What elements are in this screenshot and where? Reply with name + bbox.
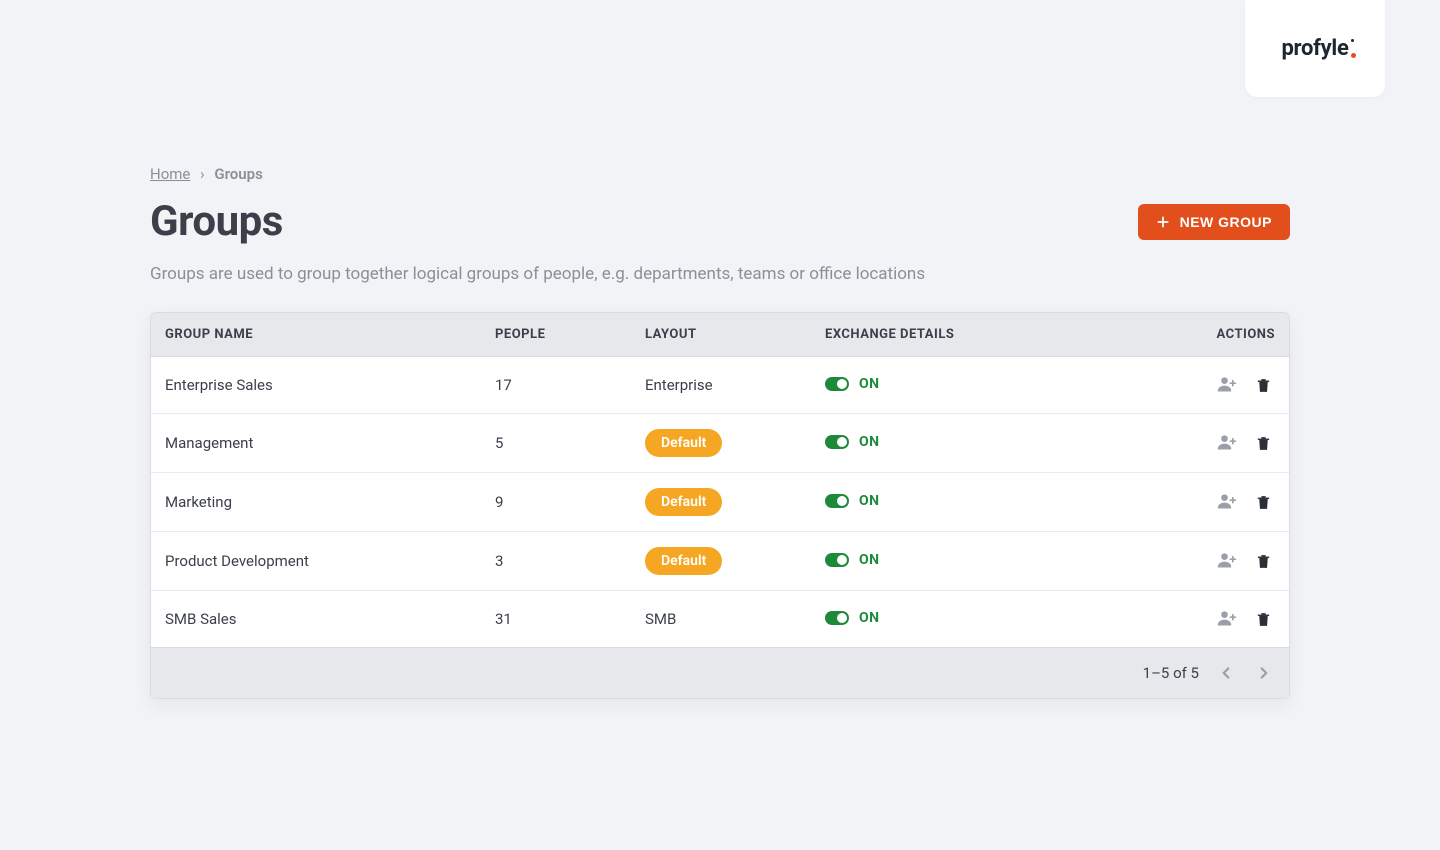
delete-button[interactable] (1251, 491, 1275, 515)
person-add-icon (1217, 550, 1237, 570)
cell-group-name[interactable]: Marketing (151, 473, 481, 532)
delete-button[interactable] (1251, 432, 1275, 456)
cell-people-count: 17 (481, 357, 631, 414)
toggle-switch-icon (825, 377, 849, 391)
page-header-row: Groups NEW GROUP (150, 197, 1290, 246)
exchange-toggle[interactable]: ON (825, 376, 880, 392)
cell-people-count: 3 (481, 532, 631, 591)
exchange-toggle[interactable]: ON (825, 493, 880, 509)
table-header-name: GROUP NAME (151, 313, 481, 357)
trash-icon (1255, 611, 1272, 628)
cell-actions (1179, 414, 1289, 473)
toggle-switch-icon (825, 553, 849, 567)
chevron-right-icon (1255, 664, 1273, 682)
toggle-switch-icon (825, 494, 849, 508)
pagination-label: 1–5 of 5 (1143, 664, 1199, 682)
add-person-button[interactable] (1215, 489, 1239, 513)
toggle-label: ON (859, 434, 880, 450)
breadcrumb-current: Groups (214, 165, 262, 183)
cell-people-count: 5 (481, 414, 631, 473)
trash-icon (1255, 553, 1272, 570)
exchange-toggle[interactable]: ON (825, 610, 880, 626)
delete-button[interactable] (1251, 374, 1275, 398)
add-person-button[interactable] (1215, 430, 1239, 454)
cell-exchange: ON (811, 357, 1179, 414)
brand-logo-card: profyle (1245, 0, 1385, 97)
toggle-label: ON (859, 552, 880, 568)
table-header-people: PEOPLE (481, 313, 631, 357)
breadcrumb-home-link[interactable]: Home (150, 165, 190, 183)
cell-layout: Default (631, 473, 811, 532)
logo-dot-icon (1351, 53, 1356, 58)
person-add-icon (1217, 491, 1237, 511)
layout-name: SMB (645, 610, 676, 628)
add-person-button[interactable] (1215, 372, 1239, 396)
cell-group-name[interactable]: Product Development (151, 532, 481, 591)
add-person-button[interactable] (1215, 548, 1239, 572)
pagination-bar: 1–5 of 5 (151, 648, 1289, 698)
page-title: Groups (150, 197, 283, 246)
new-group-button[interactable]: NEW GROUP (1138, 204, 1290, 240)
pagination-prev-button[interactable] (1215, 662, 1237, 684)
breadcrumb: Home › Groups (150, 165, 1290, 183)
breadcrumb-separator: › (200, 165, 205, 183)
person-add-icon (1217, 374, 1237, 394)
default-pill: Default (645, 429, 722, 457)
cell-people-count: 9 (481, 473, 631, 532)
page-container: Home › Groups Groups NEW GROUP Groups ar… (150, 0, 1290, 699)
brand-logo: profyle (1281, 36, 1348, 61)
default-pill: Default (645, 488, 722, 516)
table-header-exchange: EXCHANGE DETAILS (811, 313, 1179, 357)
layout-name: Enterprise (645, 376, 713, 394)
cell-layout: Enterprise (631, 357, 811, 414)
trash-icon (1255, 377, 1272, 394)
toggle-switch-icon (825, 611, 849, 625)
table-row: Management5 Default ON (151, 414, 1289, 473)
cell-layout: Default (631, 414, 811, 473)
toggle-switch-icon (825, 435, 849, 449)
groups-table-card: GROUP NAME PEOPLE LAYOUT EXCHANGE DETAIL… (150, 312, 1290, 699)
trash-icon (1255, 435, 1272, 452)
toggle-label: ON (859, 376, 880, 392)
exchange-toggle[interactable]: ON (825, 434, 880, 450)
brand-name: profyle (1281, 36, 1348, 61)
cell-exchange: ON (811, 473, 1179, 532)
pagination-next-button[interactable] (1253, 662, 1275, 684)
delete-button[interactable] (1251, 550, 1275, 574)
chevron-left-icon (1217, 664, 1235, 682)
person-add-icon (1217, 432, 1237, 452)
cell-group-name[interactable]: Enterprise Sales (151, 357, 481, 414)
cell-actions (1179, 357, 1289, 414)
cell-group-name[interactable]: SMB Sales (151, 591, 481, 648)
cell-actions (1179, 473, 1289, 532)
cell-layout: Default (631, 532, 811, 591)
new-group-label: NEW GROUP (1180, 214, 1272, 230)
plus-icon (1156, 215, 1170, 229)
table-row: SMB Sales31 SMB ON (151, 591, 1289, 648)
table-header-actions: ACTIONS (1179, 313, 1289, 357)
cell-exchange: ON (811, 591, 1179, 648)
toggle-label: ON (859, 610, 880, 626)
toggle-label: ON (859, 493, 880, 509)
cell-layout: SMB (631, 591, 811, 648)
trash-icon (1255, 494, 1272, 511)
add-person-button[interactable] (1215, 606, 1239, 630)
table-header-layout: LAYOUT (631, 313, 811, 357)
cell-exchange: ON (811, 414, 1179, 473)
exchange-toggle[interactable]: ON (825, 552, 880, 568)
cell-group-name[interactable]: Management (151, 414, 481, 473)
cell-actions (1179, 591, 1289, 648)
delete-button[interactable] (1251, 608, 1275, 632)
table-row: Enterprise Sales17 Enterprise ON (151, 357, 1289, 414)
cell-people-count: 31 (481, 591, 631, 648)
groups-table: GROUP NAME PEOPLE LAYOUT EXCHANGE DETAIL… (151, 313, 1289, 648)
table-row: Marketing9 Default ON (151, 473, 1289, 532)
cell-actions (1179, 532, 1289, 591)
cell-exchange: ON (811, 532, 1179, 591)
logo-dot-icon (1351, 39, 1354, 42)
page-subtitle: Groups are used to group together logica… (150, 264, 1290, 284)
table-row: Product Development3 Default ON (151, 532, 1289, 591)
person-add-icon (1217, 608, 1237, 628)
default-pill: Default (645, 547, 722, 575)
